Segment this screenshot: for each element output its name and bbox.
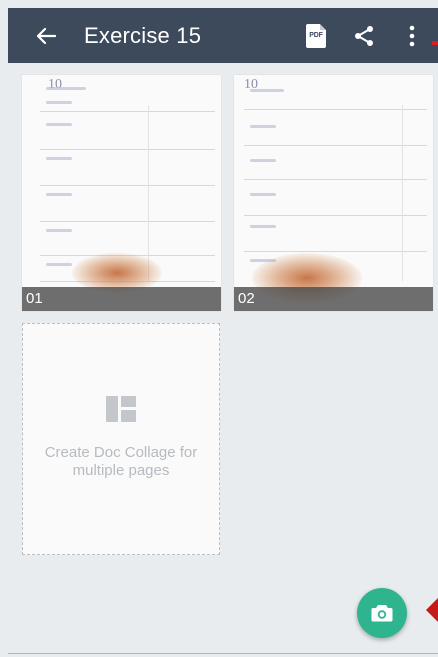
- handwriting-mark: [46, 87, 86, 90]
- camera-button[interactable]: [357, 588, 407, 638]
- planner-line: [244, 251, 427, 252]
- handwriting-mark: [250, 159, 276, 162]
- handwriting-mark: [250, 125, 276, 128]
- handwriting-mark: [46, 263, 72, 266]
- page-number-label: 02: [234, 287, 433, 311]
- more-options-button[interactable]: [394, 16, 430, 56]
- page-image: 10: [234, 75, 433, 311]
- page-number-label: 01: [22, 287, 221, 311]
- back-button[interactable]: [26, 16, 66, 56]
- handwriting-mark: [250, 225, 276, 228]
- page-image: 10: [22, 75, 221, 311]
- planner-line: [40, 149, 215, 150]
- planner-line: [40, 185, 215, 186]
- bottom-divider: [8, 653, 438, 654]
- handwriting-mark: [46, 193, 72, 196]
- page-thumbnail[interactable]: 10 01: [22, 75, 221, 311]
- page-thumbnail[interactable]: 10 02: [234, 75, 433, 311]
- more-vertical-icon: [409, 25, 415, 46]
- handwriting-mark: [46, 229, 72, 232]
- planner-line: [244, 179, 427, 180]
- planner-line: [244, 109, 427, 110]
- share-icon: [355, 25, 373, 46]
- collage-caption: Create Doc Collage for multiple pages: [44, 444, 198, 479]
- camera-icon: [371, 605, 393, 622]
- planner-column-line: [148, 105, 149, 281]
- pdf-icon-text: PDF: [309, 32, 323, 39]
- collage-icon-tile: [121, 410, 136, 422]
- annotation-marker: [432, 41, 438, 45]
- planner-line: [244, 145, 427, 146]
- collage-icon: [106, 396, 136, 422]
- create-collage-card[interactable]: Create Doc Collage for multiple pages: [22, 323, 220, 555]
- handwriting-mark: [46, 101, 72, 104]
- handwriting-mark: [46, 123, 72, 126]
- page-title: Exercise 15: [84, 22, 202, 48]
- handwriting-mark: [250, 89, 284, 92]
- pdf-file-icon: PDF: [306, 23, 326, 48]
- annotation-arrow: [426, 598, 438, 622]
- share-button[interactable]: [346, 16, 382, 56]
- arrow-left-icon: [36, 27, 56, 44]
- handwriting-mark: [250, 193, 276, 196]
- planner-line: [244, 215, 427, 216]
- handwriting-mark: [46, 157, 72, 160]
- planner-line: [40, 221, 215, 222]
- planner-column-line: [402, 105, 403, 281]
- export-pdf-button[interactable]: PDF: [298, 16, 334, 56]
- planner-header-scan: 10: [48, 77, 62, 92]
- app-toolbar: Exercise 15 PDF: [8, 8, 438, 63]
- collage-icon-tile: [121, 396, 136, 407]
- collage-icon-tile: [106, 396, 118, 422]
- planner-line: [40, 111, 215, 112]
